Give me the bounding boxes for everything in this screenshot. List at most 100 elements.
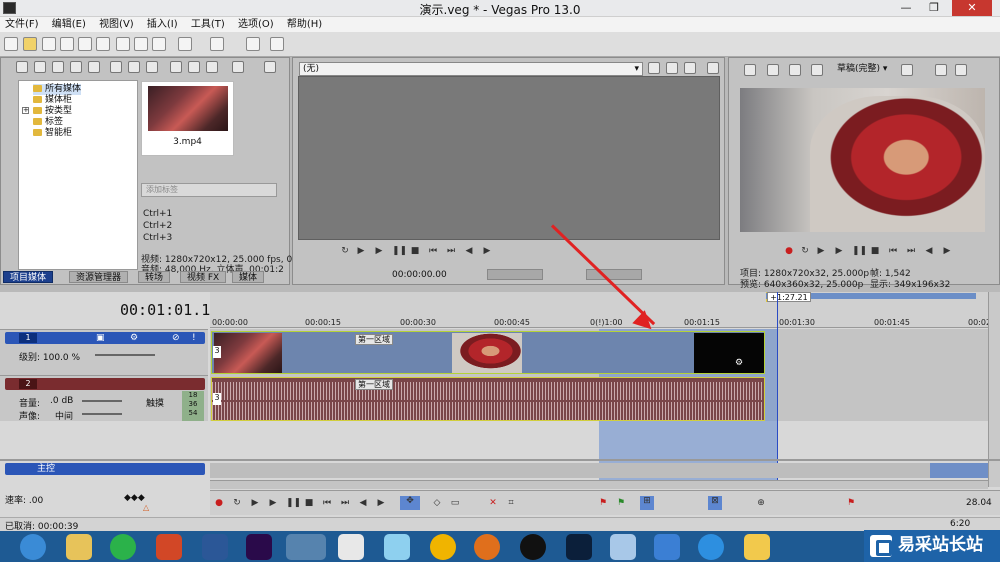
track-fx-icon[interactable]: ⚙	[130, 333, 138, 343]
redo-icon[interactable]	[210, 37, 224, 51]
wechat-icon[interactable]	[110, 534, 136, 560]
copy-icon[interactable]	[134, 37, 148, 51]
premiere-icon[interactable]	[246, 534, 272, 560]
media-thumbnail-card[interactable]: 3.mp4	[141, 81, 234, 156]
insert-marker-icon[interactable]: ⚑	[598, 498, 608, 508]
system-tray[interactable]	[780, 540, 860, 554]
cut-icon[interactable]	[116, 37, 130, 51]
tree-item-media-bins[interactable]: 媒体柜	[33, 95, 72, 106]
prev-frame-icon[interactable]: ◀	[358, 498, 368, 508]
media-fx-icon[interactable]	[128, 61, 140, 73]
prev-frame-icon[interactable]: ◀	[924, 246, 934, 256]
trimmer-in-field[interactable]	[487, 269, 543, 280]
timeline-ruler[interactable]: +1:27.21 00:00:00 00:00:15 00:00:30 00:0…	[210, 292, 1000, 328]
menu-options[interactable]: 选项(O)	[233, 17, 279, 32]
new-icon[interactable]	[4, 37, 18, 51]
stop-icon[interactable]: ■	[304, 498, 314, 508]
play-from-start-icon[interactable]: ▶	[816, 246, 826, 256]
pause-icon[interactable]: ❚❚	[392, 246, 407, 256]
go-to-end-icon[interactable]: ⏭	[906, 246, 916, 256]
next-frame-icon[interactable]: ▶	[482, 246, 492, 256]
tab-project-media[interactable]: 项目媒体	[3, 271, 54, 283]
next-frame-icon[interactable]: ▶	[376, 498, 386, 508]
close-button[interactable]: ✕	[952, 0, 992, 16]
menu-file[interactable]: 文件(F)	[0, 17, 44, 32]
save-icon[interactable]	[42, 37, 56, 51]
lock-envelopes-icon[interactable]: ⊕	[756, 498, 766, 508]
video-app-icon[interactable]	[338, 534, 364, 560]
browser-360-icon[interactable]	[20, 534, 46, 560]
next-frame-icon[interactable]: ▶	[942, 246, 952, 256]
loop-icon[interactable]: ↻	[340, 246, 350, 256]
solo-icon[interactable]: !	[192, 333, 196, 343]
open-icon[interactable]	[23, 37, 37, 51]
tree-item-all-media[interactable]: 所有媒体	[33, 84, 82, 95]
automation-mode[interactable]: 触摸	[146, 396, 164, 409]
go-to-end-icon[interactable]: ⏭	[340, 498, 350, 508]
vegas-task-icon[interactable]	[286, 534, 326, 560]
pause-icon[interactable]: ❚❚	[852, 246, 867, 256]
photoshop-icon[interactable]	[566, 534, 592, 560]
trimmer-tool-icon[interactable]	[648, 62, 660, 74]
mute-icon[interactable]: ⊘	[172, 333, 180, 343]
audio-clip[interactable]: 第一区域 3	[211, 377, 765, 421]
rate-slider-handle[interactable]: ◆◆◆	[124, 493, 145, 503]
insert-region-icon[interactable]: ⚑	[616, 498, 626, 508]
loop-icon[interactable]: ↻	[800, 246, 810, 256]
play-from-start-icon[interactable]: ▶	[250, 498, 260, 508]
trimmer-media-select[interactable]: (无) ▾	[299, 62, 643, 76]
track-motion-icon[interactable]: ▣	[96, 333, 105, 343]
volume-slider[interactable]	[82, 400, 122, 402]
maximize-button[interactable]: ❐	[920, 0, 948, 16]
audio-track-strip[interactable]: 2	[5, 378, 205, 390]
tab-media-generators[interactable]: 媒体	[232, 271, 265, 283]
autopreview-icon[interactable]	[206, 61, 218, 73]
split-screen-icon[interactable]	[811, 64, 823, 76]
delete-icon[interactable]: ✕	[488, 498, 498, 508]
stop-icon[interactable]: ■	[870, 246, 880, 256]
preview-fx-icon[interactable]	[789, 64, 801, 76]
pause-icon[interactable]: ❚❚	[286, 498, 301, 508]
refresh-icon[interactable]	[70, 61, 82, 73]
record-icon[interactable]: ●	[784, 246, 794, 256]
play-media-icon[interactable]	[170, 61, 182, 73]
media-generator-icon[interactable]	[146, 61, 158, 73]
menu-edit[interactable]: 编辑(E)	[47, 17, 91, 32]
video-clip[interactable]: 第一区域 3 ⚙	[211, 331, 765, 374]
go-to-end-icon[interactable]: ⏭	[446, 246, 456, 256]
powerpoint-icon[interactable]	[156, 534, 182, 560]
trimmer-tool-icon[interactable]	[684, 62, 696, 74]
stop-media-icon[interactable]	[188, 61, 200, 73]
menu-help[interactable]: 帮助(H)	[282, 17, 327, 32]
preview-properties-icon[interactable]	[744, 64, 756, 76]
expand-icon[interactable]: +	[22, 107, 29, 114]
minimize-button[interactable]: —	[892, 0, 920, 16]
level-slider[interactable]	[95, 354, 155, 356]
trimmer-tool-icon[interactable]	[707, 62, 719, 74]
normal-edit-tool-icon[interactable]: ✥	[400, 496, 420, 510]
file-explorer-icon[interactable]	[66, 534, 92, 560]
properties-icon[interactable]	[96, 37, 110, 51]
trimmer-out-field[interactable]	[586, 269, 642, 280]
notes-icon[interactable]	[744, 534, 770, 560]
prev-frame-icon[interactable]: ◀	[464, 246, 474, 256]
paste-icon[interactable]	[152, 37, 166, 51]
tab-explorer[interactable]: 资源管理器	[69, 271, 129, 283]
word-icon[interactable]	[202, 534, 228, 560]
menu-tools[interactable]: 工具(T)	[186, 17, 230, 32]
explorer-tool-icon[interactable]	[16, 61, 28, 73]
search-icon[interactable]	[264, 61, 276, 73]
tab-transitions[interactable]: 转场	[138, 271, 171, 283]
wps-icon[interactable]	[654, 534, 680, 560]
remove-media-icon[interactable]	[110, 61, 122, 73]
tag-input[interactable]: 添加标签	[141, 183, 277, 197]
trimmer-view[interactable]	[298, 76, 720, 240]
menu-view[interactable]: 视图(V)	[94, 17, 139, 32]
tab-video-fx[interactable]: 视频 FX	[180, 271, 227, 283]
selection-tool-icon[interactable]: ▭	[450, 498, 460, 508]
search-media-icon[interactable]	[88, 61, 100, 73]
copy-snapshot-icon[interactable]	[935, 64, 947, 76]
region-label[interactable]: 第一区域	[355, 379, 393, 390]
play-icon[interactable]: ▶	[374, 246, 384, 256]
go-to-start-icon[interactable]: ⏮	[428, 246, 438, 256]
